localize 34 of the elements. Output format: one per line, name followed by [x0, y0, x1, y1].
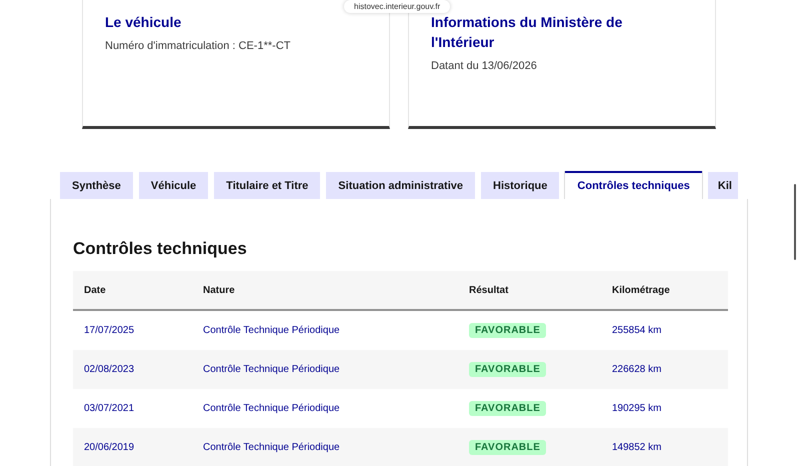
- tab[interactable]: Synthèse: [60, 172, 133, 199]
- tab[interactable]: Véhicule: [138, 172, 208, 199]
- nature-text: Contrôle Technique Périodique: [203, 364, 340, 375]
- card-title: Le véhicule: [105, 13, 182, 32]
- card-text: Datant du 13/06/2026: [431, 60, 538, 72]
- date-text: 03/07/2021: [84, 403, 134, 414]
- tab[interactable]: Kil: [708, 172, 738, 199]
- result-badge: FAVORABLE: [469, 401, 546, 416]
- column-header: Nature: [192, 271, 458, 310]
- mileage-text: 226628 km: [612, 364, 662, 375]
- result-badge: FAVORABLE: [469, 323, 546, 338]
- tab[interactable]: Contrôles techniques: [565, 171, 702, 199]
- mileage-text: 149852 km: [612, 442, 662, 453]
- address-bar[interactable]: histovec.interieur.gouv.fr: [344, 0, 450, 13]
- nature-text: Contrôle Technique Périodique: [203, 325, 340, 336]
- column-header: Date: [73, 271, 192, 310]
- date-text: 02/08/2023: [84, 364, 134, 375]
- scrollbar[interactable]: [794, 184, 796, 260]
- card-text: Numéro d'immatriculation : CE-1**-CT: [105, 40, 292, 52]
- result-badge: FAVORABLE: [469, 440, 546, 455]
- date-text: 20/06/2019: [84, 442, 134, 453]
- tab[interactable]: Historique: [481, 172, 560, 199]
- column-header: Kilométrage: [601, 271, 728, 310]
- card-title: Informations du Ministère de l'Intérieur: [431, 13, 624, 52]
- nature-text: Contrôle Technique Périodique: [203, 403, 340, 414]
- mileage-text: 190295 km: [612, 403, 662, 414]
- date-text: 17/07/2025: [84, 325, 134, 336]
- tab[interactable]: Situation administrative: [326, 172, 475, 199]
- nature-text: Contrôle Technique Périodique: [203, 442, 340, 453]
- section-title: Contrôles techniques: [73, 239, 248, 259]
- result-badge: FAVORABLE: [469, 362, 546, 377]
- column-header: Résultat: [458, 271, 601, 310]
- mileage-text: 255854 km: [612, 325, 662, 336]
- tab[interactable]: Titulaire et Titre: [214, 172, 320, 199]
